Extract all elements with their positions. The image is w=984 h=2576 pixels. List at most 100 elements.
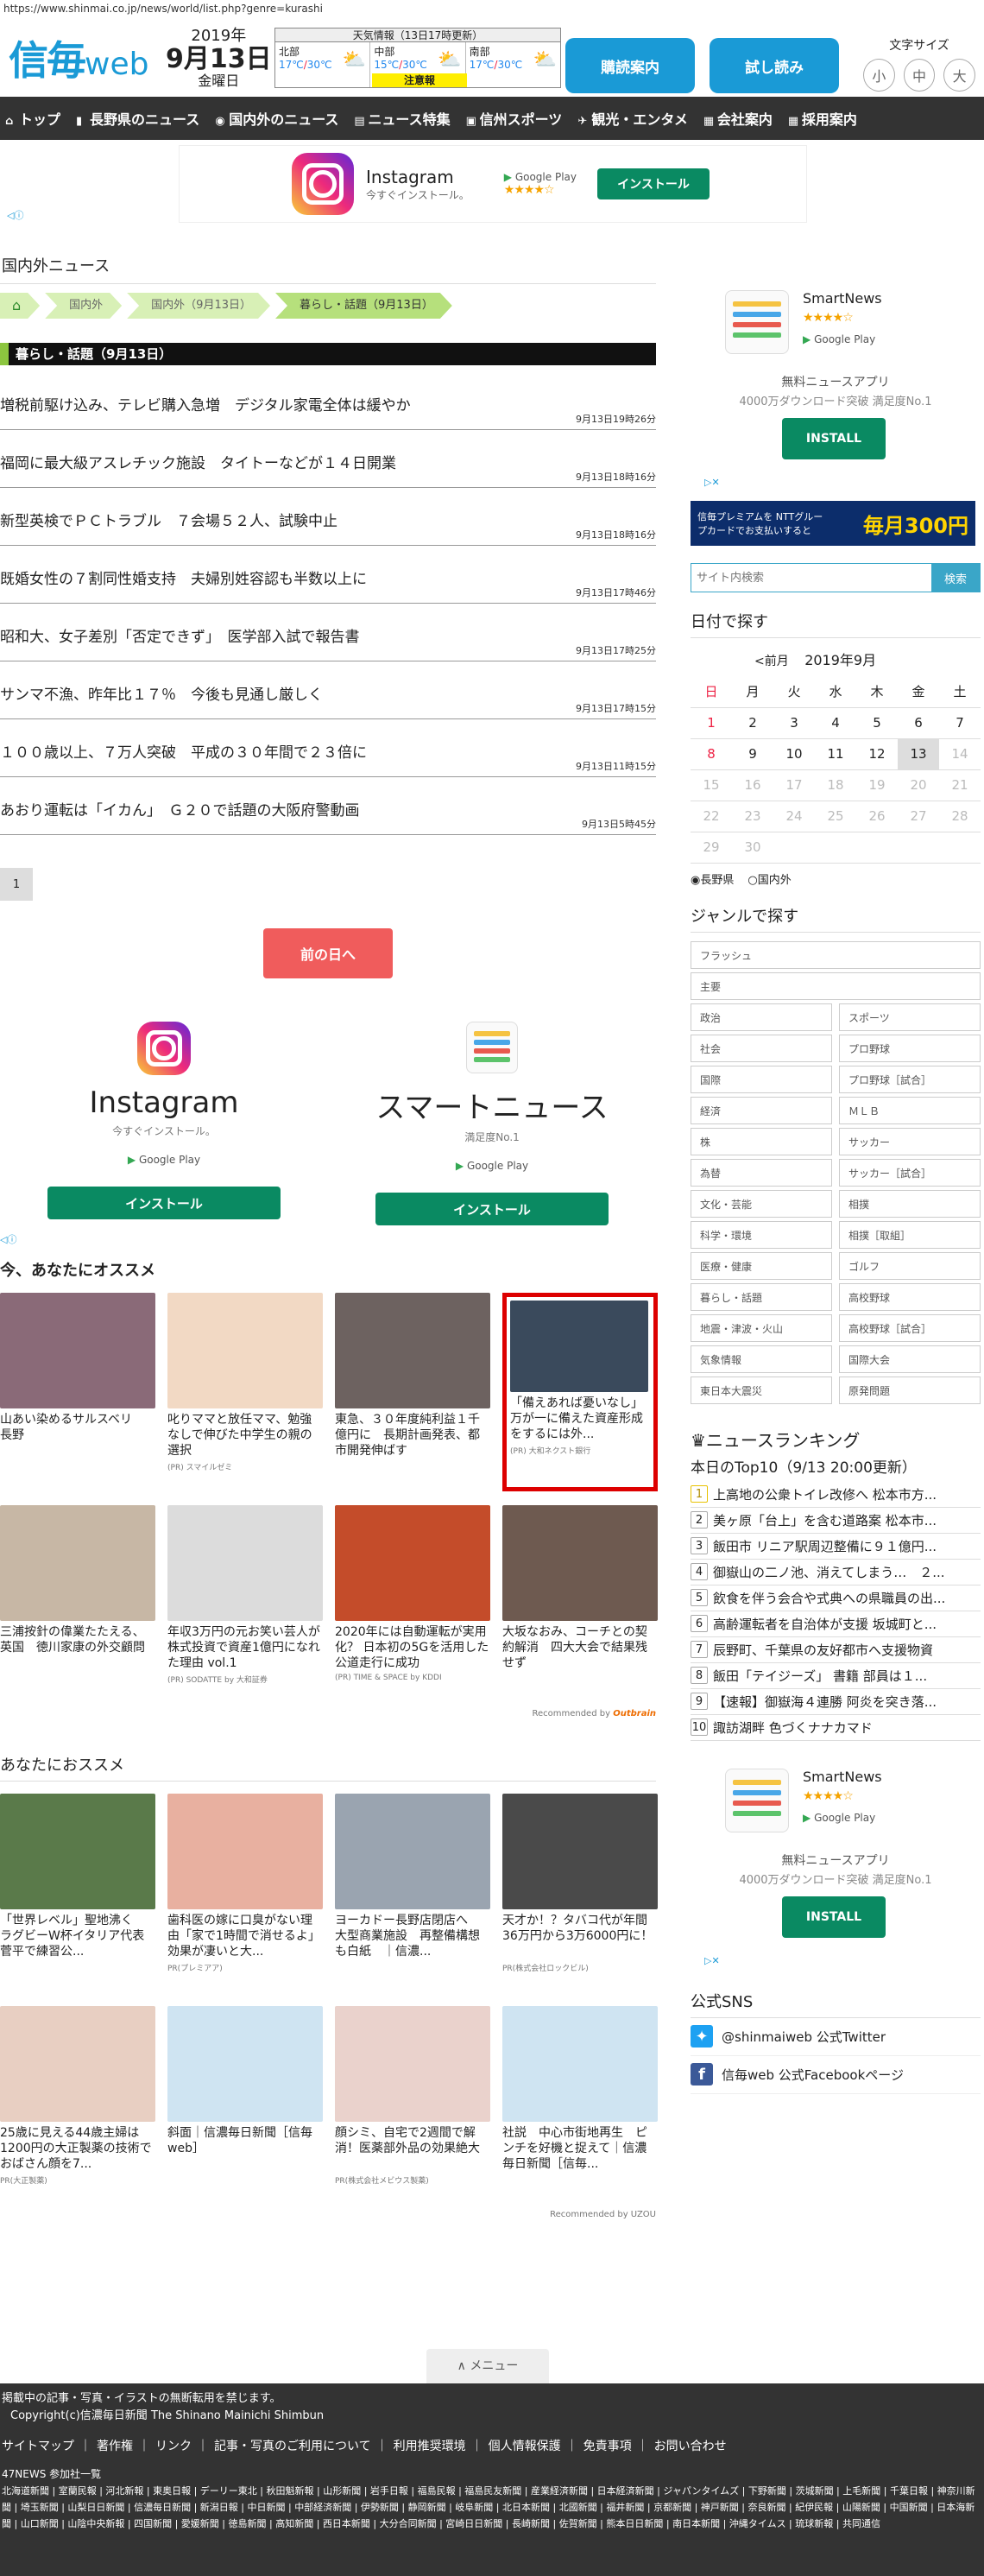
- banner-install-button[interactable]: インストール: [596, 168, 710, 199]
- ranking-item[interactable]: 10 諏訪湖畔 色づくナナカマド: [691, 1715, 981, 1741]
- genre-link[interactable]: 医療・健康: [691, 1251, 832, 1280]
- footer-link[interactable]: 免責事項 ｜: [583, 2440, 654, 2453]
- recommend-card[interactable]: 「備えあれば憂いなし」万が一に備えた資産形成をするには外... (PR) 大和ネク…: [502, 1293, 658, 1491]
- recommend-card[interactable]: 東急、３０年度純利益１千億円に 長期計画発表、都市開発伸ばす: [335, 1293, 490, 1491]
- trial-button[interactable]: 試し読み: [710, 38, 839, 93]
- ranking-item[interactable]: 7 辰野町、千葉県の友好都市へ支援物資: [691, 1637, 981, 1663]
- ranking-item[interactable]: 6 高齢運転者を自治体が支援 坂城町と...: [691, 1611, 981, 1637]
- recommend-card[interactable]: 大坂なおみ、コーチとの契約解消 四大大会で結果残せず: [502, 1505, 658, 1704]
- recommend-card[interactable]: 山あい染めるサルスベリ 長野: [0, 1293, 155, 1491]
- genre-link[interactable]: 国際: [691, 1065, 832, 1093]
- recommend-card[interactable]: 顔シミ、自宅で2週間で解消！医薬部外品の効果絶大 PR(株式会社メビウス製薬): [335, 2006, 490, 2205]
- recommend-card[interactable]: 天才か！？タバコ代が年間36万円から3万6000円に！ PR(株式会社ロックビル): [502, 1794, 658, 1992]
- sidebar-install-button[interactable]: INSTALL: [782, 418, 886, 459]
- genre-link[interactable]: ゴルフ: [839, 1251, 981, 1280]
- news-item[interactable]: 新型英検でＰＣトラブル ７会場５２人、試験中止 9月13日18時16分: [0, 488, 656, 546]
- twitter-link[interactable]: ✦ @shinmaiweb 公式Twitter: [691, 2018, 981, 2056]
- recommend-card[interactable]: 「世界レベル」聖地沸く ラグビーW杯イタリア代表 菅平で練習公...: [0, 1794, 155, 1992]
- nav-tourism[interactable]: ✈ 観光・エンタメ: [577, 108, 688, 129]
- sidebar-smartnews-ad[interactable]: SmartNews ★★★★☆ ▶ Google Play 無料ニュースアプリ …: [691, 276, 981, 492]
- nav-top[interactable]: ⌂ トップ: [5, 108, 60, 129]
- adchoices-icon[interactable]: ▷✕: [704, 477, 720, 488]
- nav-nagano[interactable]: ▮ 長野県のニュース: [76, 108, 199, 129]
- calendar-day[interactable]: 7: [939, 707, 981, 739]
- calendar-day[interactable]: 11: [815, 738, 856, 770]
- recommended-by[interactable]: Recommended by Outbrain: [0, 1709, 656, 1718]
- sidebar-smartnews-ad-2[interactable]: SmartNews ★★★★☆ ▶ Google Play 無料ニュースアプリ …: [691, 1755, 981, 1971]
- font-small-button[interactable]: 小: [863, 59, 895, 92]
- breadcrumb-world-date[interactable]: 国内外（9月13日）: [127, 293, 270, 319]
- subscribe-button[interactable]: 購読案内: [565, 38, 695, 93]
- facebook-link[interactable]: f 信毎web 公式Facebookページ: [691, 2056, 981, 2094]
- genre-link[interactable]: 社会: [691, 1034, 832, 1062]
- genre-link[interactable]: 科学・環境: [691, 1220, 832, 1249]
- genre-link[interactable]: 高校野球: [839, 1282, 981, 1311]
- nav-recruit[interactable]: ▦ 採用案内: [788, 108, 857, 129]
- news-item[interactable]: 既婚女性の７割同性婚支持 夫婦別姓容認も半数以上に 9月13日17時46分: [0, 546, 656, 604]
- adchoices-icon[interactable]: ◁ⓘ: [0, 1232, 16, 1246]
- news-item[interactable]: あおり運転は「イカん」 Ｇ２０で話題の大阪府警動画 9月13日5時45分: [0, 777, 656, 835]
- genre-link[interactable]: サッカー: [839, 1127, 981, 1155]
- genre-link[interactable]: サッカー［試合］: [839, 1158, 981, 1187]
- news-item[interactable]: １００歳以上、７万人突破 平成の３０年間で２３倍に 9月13日11時15分: [0, 719, 656, 777]
- radio-world[interactable]: ○国内外: [747, 870, 791, 887]
- banner-ad[interactable]: Instagram 今すぐインストール。 ▶ Google Play ★★★★☆…: [7, 145, 807, 223]
- genre-link[interactable]: 相撲: [839, 1189, 981, 1218]
- genre-link[interactable]: 文化・芸能: [691, 1189, 832, 1218]
- news-item[interactable]: サンマ不漁、昨年比１７％ 今後も見通し厳しく 9月13日17時15分: [0, 661, 656, 719]
- font-large-button[interactable]: 大: [943, 59, 976, 92]
- genre-link[interactable]: ＭＬＢ: [839, 1096, 981, 1124]
- sidebar-install-button-2[interactable]: INSTALL: [782, 1896, 886, 1938]
- footer-papers[interactable]: 北海道新聞 | 室蘭民報 | 河北新報 | 東奥日報 | デーリー東北 | 秋田…: [2, 2483, 982, 2532]
- calendar-day[interactable]: 8: [691, 738, 732, 770]
- prev-month-link[interactable]: <前月: [754, 655, 789, 668]
- calendar-day[interactable]: 3: [773, 707, 815, 739]
- adchoices-icon[interactable]: ◁ⓘ: [7, 208, 23, 222]
- ranking-item[interactable]: 5 飲食を伴う会合や式典への県職員の出...: [691, 1585, 981, 1611]
- genre-link[interactable]: 東日本大震災: [691, 1376, 832, 1404]
- nav-features[interactable]: ▤ ニュース特集: [354, 108, 450, 129]
- page-1-button[interactable]: 1: [0, 868, 33, 901]
- nav-world[interactable]: ◉ 国内外のニュース: [215, 108, 338, 129]
- genre-link[interactable]: 高校野球［試合］: [839, 1313, 981, 1342]
- footer-link[interactable]: 記事・写真のご利用について ｜: [214, 2440, 394, 2453]
- search-button[interactable]: 検索: [931, 564, 980, 592]
- ranking-item[interactable]: 8 飯田「テイジーズ」 書籍 部員は１...: [691, 1663, 981, 1689]
- recommend-card[interactable]: 斜面｜信濃毎日新聞［信毎web］: [167, 2006, 323, 2205]
- adchoices-icon[interactable]: ▷✕: [704, 1955, 720, 1966]
- recommend-card[interactable]: 歯科医の嫁に口臭がない理由「家で1時間で消せるよ」効果が凄いと大... PR(プレ…: [167, 1794, 323, 1992]
- calendar-day[interactable]: 5: [856, 707, 898, 739]
- nav-company[interactable]: ▦ 会社案内: [703, 108, 773, 129]
- instagram-ad[interactable]: Instagram 今すぐインストール。 ▶ Google Play インストー…: [35, 1022, 293, 1246]
- uzou-recommended[interactable]: Recommended by UZOU: [0, 2210, 656, 2219]
- instagram-install-button[interactable]: インストール: [47, 1187, 281, 1219]
- smartnews-install-button[interactable]: インストール: [375, 1193, 609, 1225]
- calendar-day[interactable]: 13: [898, 738, 939, 770]
- footer-link[interactable]: 著作権 ｜: [97, 2440, 155, 2453]
- smartnews-ad[interactable]: スマートニュース 満足度No.1 ▶ Google Play インストール: [363, 1022, 621, 1246]
- breadcrumb-home[interactable]: ⌂: [0, 293, 40, 319]
- genre-link[interactable]: 株: [691, 1127, 832, 1155]
- news-item[interactable]: 増税前駆け込み、テレビ購入急増 デジタル家電全体は緩やか 9月13日19時26分: [0, 372, 656, 430]
- nav-sports[interactable]: ▣ 信州スポーツ: [466, 108, 563, 129]
- genre-link[interactable]: プロ野球: [839, 1034, 981, 1062]
- footer-link[interactable]: サイトマップ ｜: [2, 2440, 97, 2453]
- recommend-card[interactable]: 年収3万円の元お笑い芸人が株式投資で資産1億円になれた理由 vol.1 (PR) …: [167, 1505, 323, 1704]
- genre-link[interactable]: プロ野球［試合］: [839, 1065, 981, 1093]
- menu-toggle[interactable]: ∧ メニュー: [426, 2349, 549, 2383]
- font-medium-button[interactable]: 中: [903, 59, 936, 92]
- genre-link[interactable]: 原発問題: [839, 1376, 981, 1404]
- recommend-card[interactable]: 25歳に見える44歳主婦は1200円の大正製薬の技術でおばさん顔を7... PR(…: [0, 2006, 155, 2205]
- weather-alert[interactable]: 注意報: [372, 73, 467, 87]
- genre-link[interactable]: 政治: [691, 1003, 832, 1031]
- genre-link[interactable]: 経済: [691, 1096, 832, 1124]
- calendar-day[interactable]: 6: [898, 707, 939, 739]
- genre-link[interactable]: フラッシュ: [691, 940, 981, 969]
- genre-link[interactable]: 為替: [691, 1158, 832, 1187]
- weather-box[interactable]: 天気情報（13日17時更新） 北部 17℃/30℃ ⛅ 中部 15℃/30℃ ⛅…: [274, 28, 561, 88]
- genre-link[interactable]: 国際大会: [839, 1345, 981, 1373]
- ranking-item[interactable]: 1 上高地の公衆トイレ改修へ 松本市方...: [691, 1482, 981, 1508]
- calendar-day[interactable]: 1: [691, 707, 732, 739]
- calendar-day[interactable]: 2: [732, 707, 773, 739]
- footer-link[interactable]: リンク ｜: [155, 2440, 214, 2453]
